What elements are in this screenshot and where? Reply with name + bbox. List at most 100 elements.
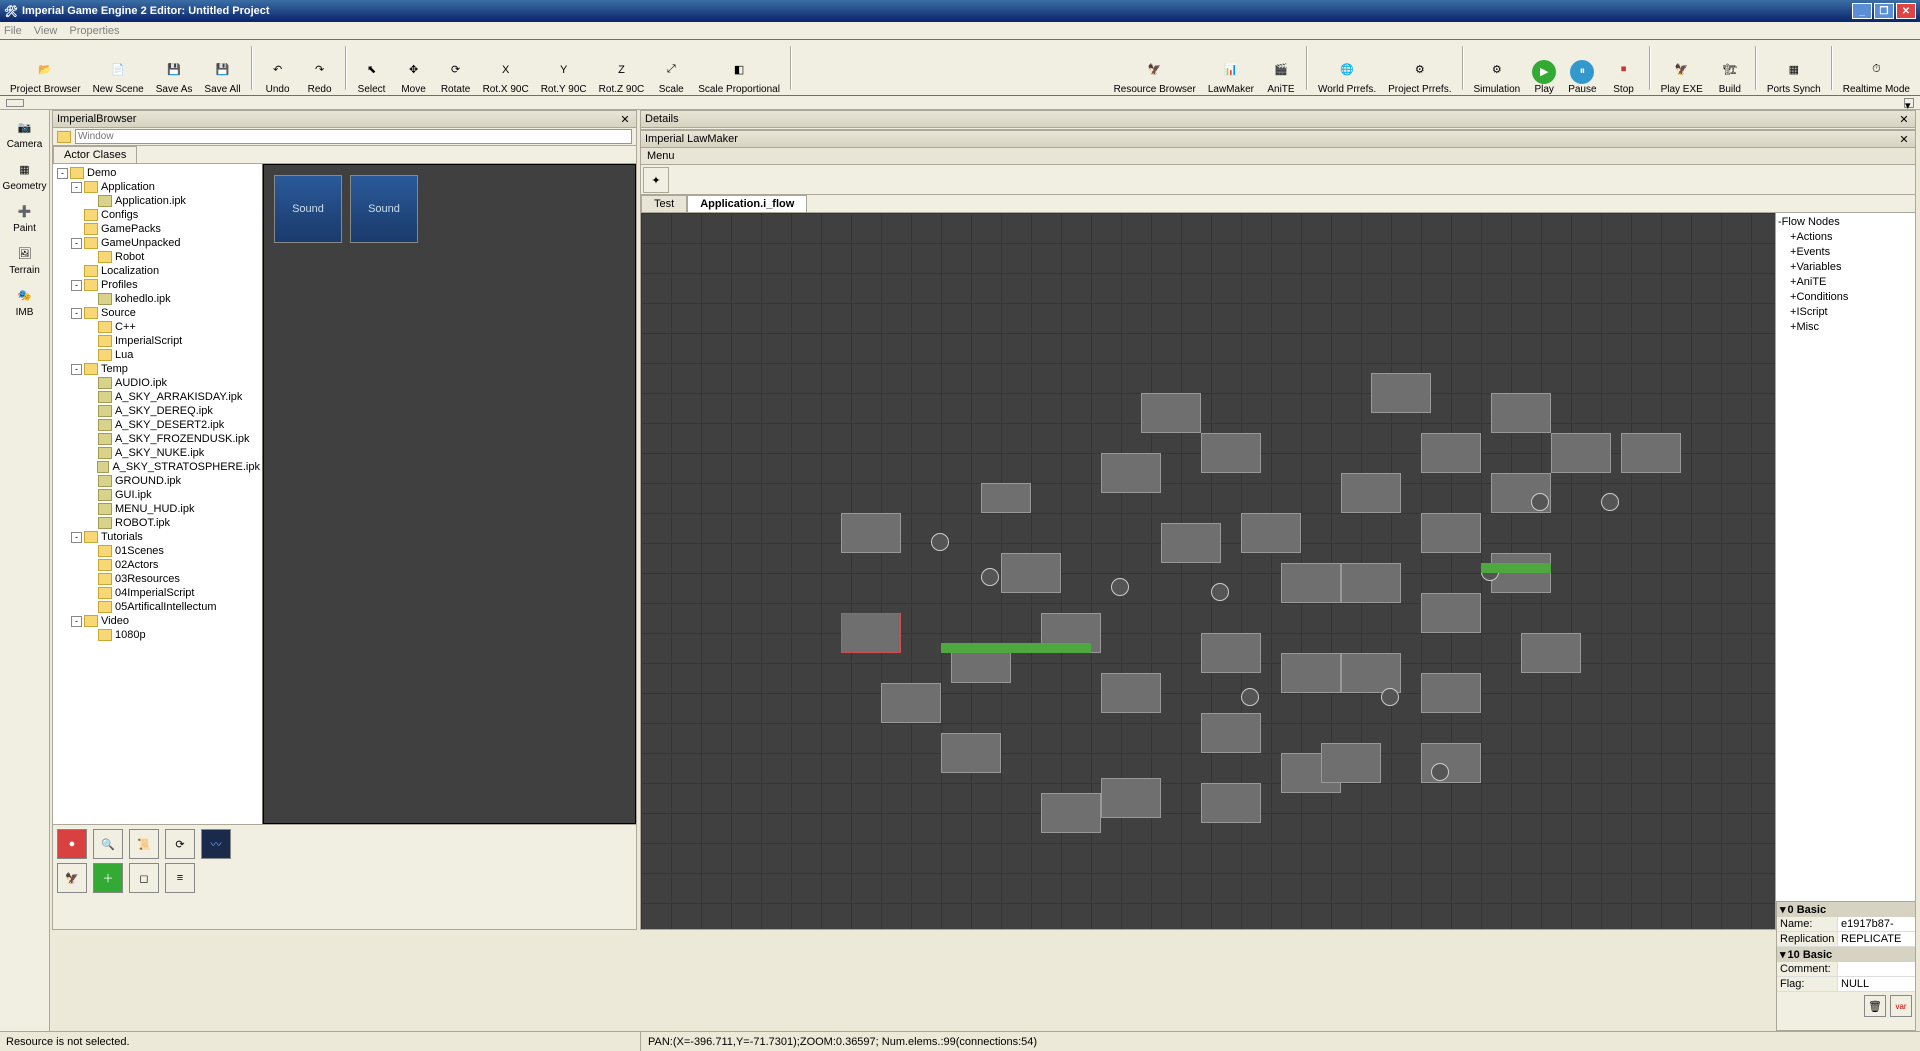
expand-icon[interactable]: - (71, 182, 82, 193)
add-button[interactable]: ＋ (93, 863, 123, 893)
dropdown-icon[interactable]: ▾ (1904, 98, 1914, 108)
flownode-item[interactable]: -Flow Nodes (1778, 215, 1913, 230)
flow-node[interactable] (1101, 453, 1161, 493)
prop-comment-value[interactable] (1837, 962, 1915, 976)
worldprefs-button[interactable]: 🌐World Prrefs. (1312, 41, 1382, 95)
tree-item[interactable]: AUDIO.ipk (57, 376, 260, 390)
rail-geometry[interactable]: ▦Geometry (5, 156, 45, 194)
rail-imb[interactable]: 🎭IMB (5, 282, 45, 320)
flow-node[interactable] (1201, 783, 1261, 823)
flow-node[interactable] (1241, 513, 1301, 553)
anite-button[interactable]: 🎬AniTE (1260, 41, 1302, 95)
tree-item[interactable]: -Profiles (57, 278, 260, 292)
flownode-item[interactable]: +Conditions (1778, 290, 1913, 305)
flow-node[interactable] (1101, 673, 1161, 713)
flow-node[interactable] (1341, 653, 1401, 693)
tree-item[interactable]: GROUND.ipk (57, 474, 260, 488)
flow-port[interactable] (1381, 688, 1399, 706)
flow-node[interactable] (1341, 563, 1401, 603)
realtimemode-button[interactable]: ⏱Realtime Mode (1837, 41, 1916, 95)
script-button[interactable]: 📜 (129, 829, 159, 859)
redo-button[interactable]: ↷Redo (299, 41, 341, 95)
flow-port[interactable] (1111, 578, 1129, 596)
flownode-item[interactable]: +Events (1778, 245, 1913, 260)
tree-item[interactable]: -Tutorials (57, 530, 260, 544)
scale-button[interactable]: ⤢Scale (650, 41, 692, 95)
flow-node[interactable] (1281, 563, 1341, 603)
save-as-button[interactable]: 💾Save As (150, 41, 199, 95)
portssynch-button[interactable]: ▦Ports Synch (1761, 41, 1827, 95)
thumbnail-area[interactable]: SoundSound (263, 164, 636, 824)
menu-properties[interactable]: Properties (69, 25, 119, 37)
maximize-button[interactable]: ❐ (1874, 3, 1894, 19)
close-icon[interactable]: ✕ (1897, 112, 1911, 126)
tree-item[interactable]: A_SKY_DEREQ.ipk (57, 404, 260, 418)
tree-item[interactable]: A_SKY_STRATOSPHERE.ipk (57, 460, 260, 474)
rail-terrain[interactable]: 🖼Terrain (5, 240, 45, 278)
projectprefs-button[interactable]: ⚙Project Prrefs. (1382, 41, 1457, 95)
flow-node[interactable] (941, 733, 1001, 773)
minimize-button[interactable]: _ (1852, 3, 1872, 19)
lawmaker-tool-icon[interactable]: ✦ (643, 167, 669, 193)
tree-item[interactable]: -Application (57, 180, 260, 194)
tree-item[interactable]: -Source (57, 306, 260, 320)
flow-comment-bar[interactable] (941, 643, 1091, 653)
flow-node[interactable] (1371, 373, 1431, 413)
rail-paint[interactable]: ➕Paint (5, 198, 45, 236)
flownode-item[interactable]: +Actions (1778, 230, 1913, 245)
tree-item[interactable]: MENU_HUD.ipk (57, 502, 260, 516)
project-tree[interactable]: -Demo-ApplicationApplication.ipkConfigsG… (53, 164, 263, 824)
flow-node[interactable] (841, 613, 901, 653)
select-button[interactable]: ⬉Select (351, 41, 393, 95)
flow-nodes-tree[interactable]: -Flow Nodes+Actions+Events+Variables+Ani… (1775, 213, 1915, 929)
flow-port[interactable] (931, 533, 949, 551)
flow-port[interactable] (1531, 493, 1549, 511)
menu-view[interactable]: View (34, 25, 58, 37)
flow-port[interactable] (981, 568, 999, 586)
flow-node[interactable] (1421, 433, 1481, 473)
tree-item[interactable]: -Video (57, 614, 260, 628)
flow-port[interactable] (1431, 763, 1449, 781)
save-all-button[interactable]: 💾Save All (198, 41, 246, 95)
flownode-item[interactable]: +IScript (1778, 305, 1913, 320)
rotz-button[interactable]: ZRot.Z 90C (593, 41, 651, 95)
flow-port[interactable] (1211, 583, 1229, 601)
close-button[interactable]: ✕ (1896, 3, 1916, 19)
expand-icon[interactable]: ▾ (1780, 948, 1786, 961)
flow-node[interactable] (1521, 633, 1581, 673)
move-button[interactable]: ✥Move (393, 41, 435, 95)
tree-item[interactable]: A_SKY_DESERT2.ipk (57, 418, 260, 432)
record-button[interactable]: ● (57, 829, 87, 859)
roty-button[interactable]: YRot.Y 90C (535, 41, 593, 95)
flow-node[interactable] (1321, 743, 1381, 783)
rotate-button[interactable]: ⟳Rotate (435, 41, 477, 95)
details-header[interactable]: Details ✕ (641, 111, 1915, 128)
flow-node[interactable] (981, 483, 1031, 513)
close-icon[interactable]: ✕ (618, 112, 632, 126)
flow-node[interactable] (1101, 778, 1161, 818)
simulation-button[interactable]: ⚙Simulation (1468, 41, 1527, 95)
flow-node[interactable] (1421, 673, 1481, 713)
expand-icon[interactable]: - (57, 168, 68, 179)
thumbnail[interactable]: Sound (350, 175, 418, 243)
flow-node[interactable] (1341, 473, 1401, 513)
thumbnail[interactable]: Sound (274, 175, 342, 243)
tree-item[interactable]: 03Resources (57, 572, 260, 586)
project-browser-button[interactable]: 📂Project Browser (4, 41, 87, 95)
flownode-item[interactable]: +Misc (1778, 320, 1913, 335)
tree-item[interactable]: 01Scenes (57, 544, 260, 558)
tree-item[interactable]: -Demo (57, 166, 260, 180)
stop-button[interactable]: ⏹Stop (1603, 41, 1645, 95)
flow-node[interactable] (1421, 593, 1481, 633)
prop-replication-value[interactable]: REPLICATE (1837, 932, 1915, 946)
flow-node[interactable] (881, 683, 941, 723)
tab-actor-classes[interactable]: Actor Clases (53, 146, 137, 163)
rotx-button[interactable]: XRot.X 90C (477, 41, 535, 95)
tree-item[interactable]: Localization (57, 264, 260, 278)
address-input[interactable] (75, 129, 632, 144)
undo-button[interactable]: ↶Undo (257, 41, 299, 95)
expand-icon[interactable]: ▾ (1780, 903, 1786, 916)
tree-item[interactable]: Application.ipk (57, 194, 260, 208)
flownode-item[interactable]: +Variables (1778, 260, 1913, 275)
refresh-button[interactable]: ⟳ (165, 829, 195, 859)
